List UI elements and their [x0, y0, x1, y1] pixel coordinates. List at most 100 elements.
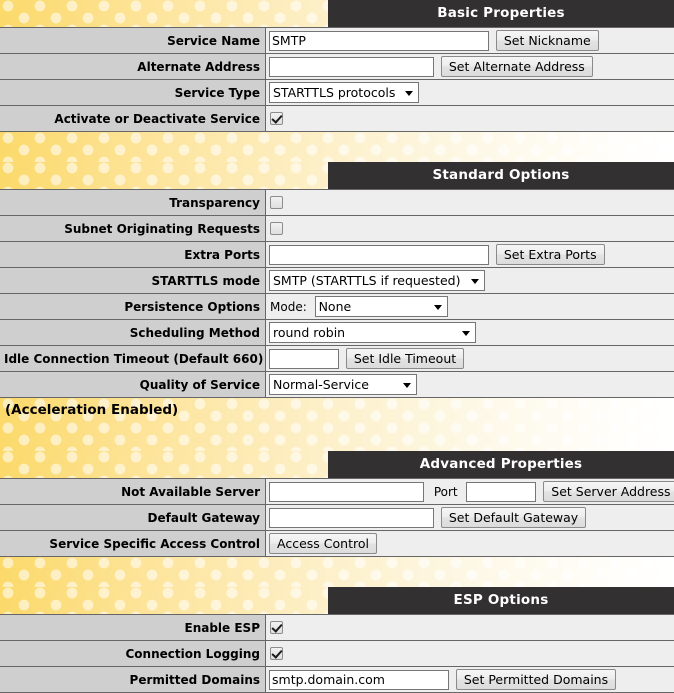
- table-row: Extra Ports Set Extra Ports: [0, 242, 674, 268]
- set-extra-ports-button[interactable]: Set Extra Ports: [496, 244, 605, 265]
- table-row: Subnet Originating Requests: [0, 216, 674, 242]
- table-row: Transparency: [0, 190, 674, 216]
- service-configuration-page: Basic Properties Service Name Set Nickna…: [0, 0, 674, 693]
- chevron-down-icon: [403, 383, 411, 388]
- table-row: Default Gateway Set Default Gateway: [0, 505, 674, 531]
- permitted-domains-input[interactable]: [269, 670, 449, 690]
- set-default-gateway-button[interactable]: Set Default Gateway: [441, 507, 586, 528]
- extra-ports-input[interactable]: [269, 245, 489, 265]
- persistence-mode-label: Mode:: [270, 300, 307, 314]
- label-quality-of-service: Quality of Service: [0, 372, 266, 398]
- table-row: Service Specific Access Control Access C…: [0, 531, 674, 557]
- not-available-server-input[interactable]: [269, 482, 424, 502]
- quality-of-service-select[interactable]: Normal-Service: [269, 374, 417, 395]
- set-idle-timeout-button[interactable]: Set Idle Timeout: [346, 348, 464, 369]
- label-permitted-domains: Permitted Domains: [0, 667, 266, 693]
- value-activate-service: [266, 106, 674, 132]
- section-title-advanced: Advanced Properties: [328, 451, 674, 478]
- label-extra-ports: Extra Ports: [0, 242, 266, 268]
- section-banner-basic: Basic Properties: [0, 0, 674, 27]
- value-starttls-mode: SMTP (STARTTLS if requested): [266, 268, 674, 294]
- value-enable-esp: [266, 615, 674, 641]
- label-activate-service: Activate or Deactivate Service: [0, 106, 266, 132]
- value-service-specific-access-control: Access Control: [266, 531, 674, 557]
- label-transparency: Transparency: [0, 190, 266, 216]
- idle-timeout-input[interactable]: [269, 349, 339, 369]
- section-title-basic: Basic Properties: [328, 0, 674, 27]
- port-label: Port: [434, 485, 458, 499]
- table-row: Idle Connection Timeout (Default 660) Se…: [0, 346, 674, 372]
- transparency-checkbox[interactable]: [270, 196, 283, 209]
- alternate-address-input[interactable]: [269, 57, 434, 77]
- not-available-server-port-input[interactable]: [466, 482, 536, 502]
- scheduling-method-select[interactable]: round robin: [269, 322, 476, 343]
- starttls-mode-select[interactable]: SMTP (STARTTLS if requested): [269, 270, 485, 291]
- value-connection-logging: [266, 641, 674, 667]
- set-alternate-address-button[interactable]: Set Alternate Address: [441, 56, 593, 77]
- value-not-available-server: Port Set Server Address: [266, 479, 674, 505]
- value-quality-of-service: Normal-Service: [266, 372, 674, 398]
- value-transparency: [266, 190, 674, 216]
- gold-band-acceleration: (Acceleration Enabled): [0, 398, 674, 451]
- set-server-address-button[interactable]: Set Server Address: [543, 481, 674, 502]
- advanced-properties-table: Not Available Server Port Set Server Add…: [0, 478, 674, 557]
- default-gateway-input[interactable]: [269, 508, 434, 528]
- chevron-down-icon: [434, 305, 442, 310]
- gold-band-after-basic: [0, 132, 674, 162]
- label-service-type: Service Type: [0, 80, 266, 106]
- label-connection-logging: Connection Logging: [0, 641, 266, 667]
- label-service-name: Service Name: [0, 28, 266, 54]
- starttls-mode-selected-value: SMTP (STARTTLS if requested): [273, 273, 460, 288]
- subnet-originating-requests-checkbox[interactable]: [270, 222, 283, 235]
- table-row: Quality of Service Normal-Service: [0, 372, 674, 398]
- label-idle-connection-timeout: Idle Connection Timeout (Default 660): [0, 346, 266, 372]
- value-idle-connection-timeout: Set Idle Timeout: [266, 346, 674, 372]
- table-row: STARTTLS mode SMTP (STARTTLS if requeste…: [0, 268, 674, 294]
- value-alternate-address: Set Alternate Address: [266, 54, 674, 80]
- label-scheduling-method: Scheduling Method: [0, 320, 266, 346]
- persistence-mode-select[interactable]: None: [315, 296, 448, 317]
- table-row: Activate or Deactivate Service: [0, 106, 674, 132]
- label-not-available-server: Not Available Server: [0, 479, 266, 505]
- table-row: Service Type STARTTLS protocols: [0, 80, 674, 106]
- table-row: Alternate Address Set Alternate Address: [0, 54, 674, 80]
- value-service-name: Set Nickname: [266, 28, 674, 54]
- chevron-down-icon: [471, 279, 479, 284]
- section-banner-esp: ESP Options: [0, 587, 674, 614]
- value-subnet-originating-requests: [266, 216, 674, 242]
- table-row: Enable ESP: [0, 615, 674, 641]
- value-scheduling-method: round robin: [266, 320, 674, 346]
- connection-logging-checkbox[interactable]: [270, 647, 283, 660]
- section-title-standard: Standard Options: [328, 162, 674, 189]
- section-banner-advanced: Advanced Properties: [0, 451, 674, 478]
- persistence-mode-selected-value: None: [319, 299, 352, 314]
- service-name-input[interactable]: [269, 31, 489, 51]
- label-subnet-originating-requests: Subnet Originating Requests: [0, 216, 266, 242]
- scheduling-method-selected-value: round robin: [273, 325, 345, 340]
- label-enable-esp: Enable ESP: [0, 615, 266, 641]
- access-control-button[interactable]: Access Control: [269, 533, 377, 554]
- set-permitted-domains-button[interactable]: Set Permitted Domains: [456, 669, 616, 690]
- table-row: Connection Logging: [0, 641, 674, 667]
- table-row: Persistence Options Mode: None: [0, 294, 674, 320]
- esp-options-table: Enable ESP Connection Logging Permitted …: [0, 614, 674, 693]
- table-row: Scheduling Method round robin: [0, 320, 674, 346]
- chevron-down-icon: [405, 91, 413, 96]
- gold-band-after-advanced: [0, 557, 674, 587]
- value-persistence-options: Mode: None: [266, 294, 674, 320]
- standard-options-table: Transparency Subnet Originating Requests…: [0, 189, 674, 398]
- service-type-select[interactable]: STARTTLS protocols: [269, 82, 419, 103]
- value-service-type: STARTTLS protocols: [266, 80, 674, 106]
- table-row: Service Name Set Nickname: [0, 28, 674, 54]
- label-alternate-address: Alternate Address: [0, 54, 266, 80]
- set-nickname-button[interactable]: Set Nickname: [496, 30, 599, 51]
- value-extra-ports: Set Extra Ports: [266, 242, 674, 268]
- basic-properties-table: Service Name Set Nickname Alternate Addr…: [0, 27, 674, 132]
- quality-of-service-selected-value: Normal-Service: [273, 377, 369, 392]
- activate-service-checkbox[interactable]: [270, 112, 283, 125]
- label-persistence-options: Persistence Options: [0, 294, 266, 320]
- chevron-down-icon: [462, 331, 470, 336]
- label-starttls-mode: STARTTLS mode: [0, 268, 266, 294]
- enable-esp-checkbox[interactable]: [270, 621, 283, 634]
- section-title-esp: ESP Options: [328, 587, 674, 614]
